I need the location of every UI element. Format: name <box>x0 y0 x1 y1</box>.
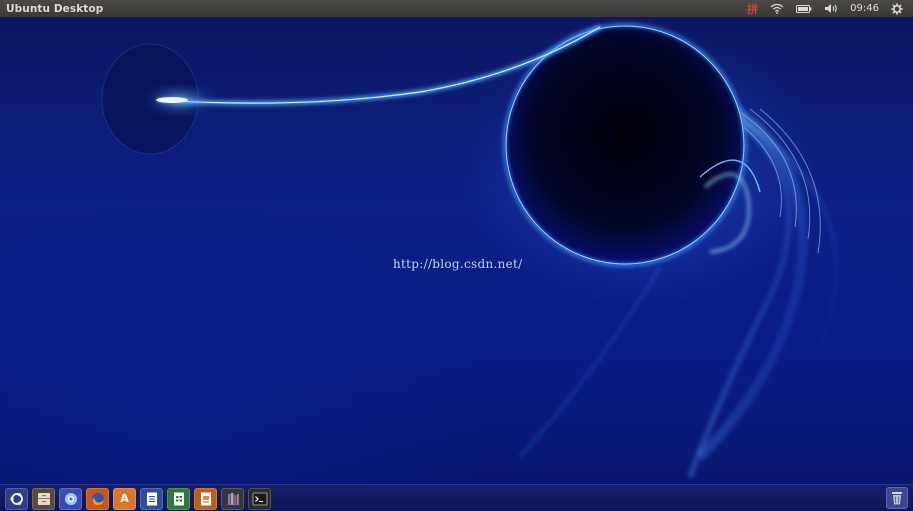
indicator-area: 拼 09:46 <box>741 0 913 17</box>
launcher-item-books[interactable] <box>221 487 244 510</box>
watermark-url: http://blog.csdn.net/ <box>393 257 523 271</box>
wallpaper-artwork <box>101 23 839 479</box>
clock[interactable]: 09:46 <box>844 0 885 17</box>
window-title: Ubuntu Desktop <box>6 2 104 15</box>
software-center-icon: A <box>120 492 129 505</box>
launcher-item-software-center[interactable]: A <box>113 487 136 510</box>
ime-icon[interactable]: 拼 <box>741 0 764 17</box>
top-panel: Ubuntu Desktop 拼 09:46 <box>0 0 913 18</box>
terminal-icon <box>252 492 267 505</box>
launcher-bar: A <box>0 484 913 511</box>
impress-slide-icon <box>200 492 211 505</box>
writer-doc-icon <box>146 492 157 505</box>
calc-sheet-icon <box>173 492 184 505</box>
launcher-item-libreoffice-calc[interactable] <box>167 487 190 510</box>
launcher-item-dash-home[interactable] <box>5 487 28 510</box>
gear-icon[interactable] <box>885 0 909 17</box>
launcher-item-firefox[interactable] <box>86 487 109 510</box>
trash-icon <box>892 492 902 505</box>
launcher-item-files[interactable] <box>32 487 55 510</box>
launcher-item-trash[interactable] <box>886 487 908 509</box>
launcher-item-libreoffice-impress[interactable] <box>194 487 217 510</box>
ubuntu-logo-icon <box>9 492 23 505</box>
wifi-icon[interactable] <box>764 0 790 17</box>
file-cabinet-icon <box>37 492 50 505</box>
firefox-icon <box>91 492 104 505</box>
desktop-wallpaper: http://blog.csdn.net/ <box>0 17 913 484</box>
launcher-items: A <box>0 487 271 510</box>
volume-icon[interactable] <box>818 0 844 17</box>
launcher-item-terminal[interactable] <box>248 487 271 510</box>
battery-icon[interactable] <box>790 0 818 17</box>
ubuntu-desktop-screen: Ubuntu Desktop 拼 09:46 http://blog.csdn.… <box>0 0 913 511</box>
launcher-item-libreoffice-writer[interactable] <box>140 487 163 510</box>
globe-icon <box>64 492 77 505</box>
launcher-item-web-browser[interactable] <box>59 487 82 510</box>
books-icon <box>227 492 239 505</box>
